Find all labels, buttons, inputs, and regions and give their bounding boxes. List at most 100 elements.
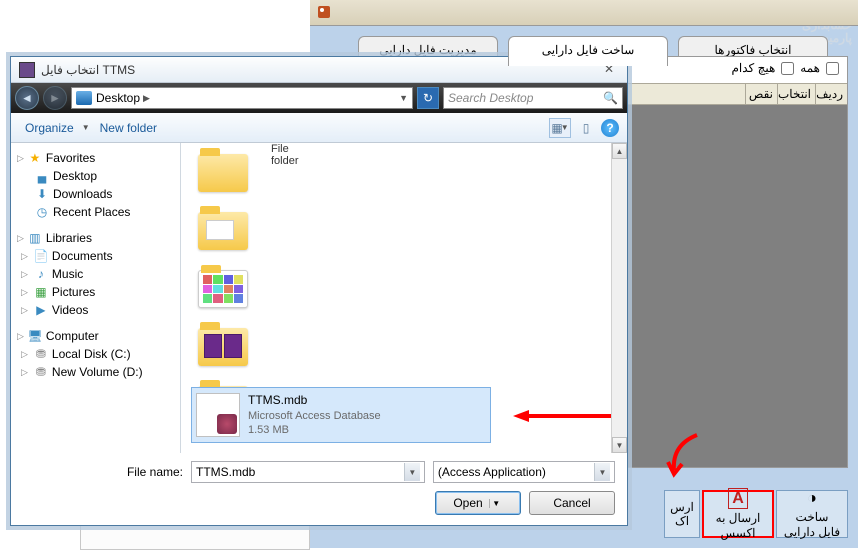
search-input[interactable]: Search Desktop 🔍 bbox=[443, 87, 623, 109]
path-dropdown-icon[interactable]: ▼ bbox=[399, 93, 408, 103]
expand-icon[interactable]: ▷ bbox=[21, 349, 28, 360]
navigation-tree: ▷★Favorites ▄Desktop ⬇Downloads ◷Recent … bbox=[11, 143, 181, 453]
annotation-arrow-horizontal bbox=[511, 409, 621, 423]
recent-icon: ◷ bbox=[35, 205, 49, 219]
tree-documents[interactable]: ▷📄Documents bbox=[15, 247, 176, 265]
search-placeholder: Search Desktop bbox=[448, 91, 533, 105]
help-button[interactable]: ? bbox=[601, 119, 619, 137]
tab-build-asset[interactable]: ساخت فایل دارایی bbox=[508, 36, 668, 66]
dialog-app-icon bbox=[19, 62, 35, 78]
tree-pictures[interactable]: ▷▦Pictures bbox=[15, 283, 176, 301]
cancel-button[interactable]: Cancel bbox=[529, 491, 615, 515]
chevron-down-icon[interactable]: ▼ bbox=[561, 123, 569, 132]
tree-computer[interactable]: ▷🖥Computer bbox=[15, 327, 176, 345]
chevron-right-icon[interactable]: ▶ bbox=[143, 93, 150, 104]
build-icon: ◑ bbox=[807, 489, 817, 508]
action-buttons: ◑ ساخت فایل دارایی A ارسال به اکسس ارس ا… bbox=[664, 490, 848, 538]
expand-icon[interactable]: ▷ bbox=[21, 269, 28, 280]
videos-icon: ▶ bbox=[34, 303, 48, 317]
music-icon: ♪ bbox=[34, 267, 48, 281]
tree-libraries[interactable]: ▷▥Libraries bbox=[15, 229, 176, 247]
dialog-nav-bar: ◄ ► Desktop ▶ ▼ ↻ Search Desktop 🔍 bbox=[11, 83, 627, 113]
search-icon: 🔍 bbox=[603, 91, 618, 105]
file-list: File folder TTMS.mdb Microsoft Access Da… bbox=[181, 143, 627, 453]
downloads-icon: ⬇ bbox=[35, 187, 49, 201]
vertical-scrollbar[interactable]: ▲ ▼ bbox=[611, 143, 627, 453]
refresh-icon: ↻ bbox=[423, 91, 433, 105]
expand-icon[interactable]: ▷ bbox=[21, 287, 28, 298]
tree-desktop[interactable]: ▄Desktop bbox=[15, 167, 176, 185]
file-type-label: File folder bbox=[271, 143, 299, 167]
path-segment[interactable]: Desktop bbox=[96, 91, 140, 105]
tree-cdrive[interactable]: ▷⛃Local Disk (C:) bbox=[15, 345, 176, 363]
filter-none-label: هیچ کدام bbox=[731, 61, 775, 75]
view-mode-button[interactable]: ▦▼ bbox=[549, 118, 571, 138]
chevron-down-icon[interactable]: ▼ bbox=[82, 123, 90, 132]
app-toolbar bbox=[310, 0, 858, 26]
chevron-down-icon[interactable]: ▼ bbox=[404, 463, 420, 481]
tree-music[interactable]: ▷♪Music bbox=[15, 265, 176, 283]
expand-icon[interactable]: ▷ bbox=[17, 153, 24, 164]
dialog-body: ▷★Favorites ▄Desktop ⬇Downloads ◷Recent … bbox=[11, 143, 627, 453]
folder-item[interactable] bbox=[191, 319, 255, 375]
expand-icon[interactable]: ▷ bbox=[21, 305, 28, 316]
send-to-access-button[interactable]: A ارسال به اکسس bbox=[702, 490, 774, 538]
selected-file-size: 1.53 MB bbox=[248, 423, 381, 437]
star-icon: ★ bbox=[28, 151, 42, 165]
refresh-button[interactable]: ↻ bbox=[417, 87, 439, 109]
nav-back-button[interactable]: ◄ bbox=[15, 86, 39, 110]
libraries-icon: ▥ bbox=[28, 231, 42, 245]
grid-header-select[interactable]: انتخاب bbox=[777, 84, 815, 104]
filename-input[interactable]: TTMS.mdb ▼ bbox=[191, 461, 425, 483]
folder-item[interactable] bbox=[191, 261, 255, 317]
arrow-right-icon: ► bbox=[49, 91, 61, 105]
folder-item[interactable] bbox=[191, 145, 255, 201]
app-toolbar-icon bbox=[316, 4, 332, 20]
dialog-footer: File name: TTMS.mdb ▼ (Access Applicatio… bbox=[11, 453, 627, 523]
filter-none-checkbox[interactable] bbox=[781, 62, 794, 75]
tree-downloads[interactable]: ⬇Downloads bbox=[15, 185, 176, 203]
selected-file-name: TTMS.mdb bbox=[248, 393, 381, 409]
nav-forward-button[interactable]: ► bbox=[43, 86, 67, 110]
tree-videos[interactable]: ▷▶Videos bbox=[15, 301, 176, 319]
selected-file-type: Microsoft Access Database bbox=[248, 409, 381, 423]
arrow-left-icon: ◄ bbox=[21, 91, 33, 105]
new-folder-button[interactable]: New folder bbox=[94, 119, 163, 137]
chevron-down-icon[interactable]: ▼ bbox=[594, 463, 610, 481]
desktop-icon bbox=[76, 91, 92, 105]
expand-icon[interactable]: ▷ bbox=[17, 233, 24, 244]
filter-all-checkbox[interactable] bbox=[826, 62, 839, 75]
preview-icon: ▯ bbox=[583, 121, 590, 135]
folder-item[interactable] bbox=[191, 203, 255, 259]
open-button[interactable]: Open ▼ bbox=[435, 491, 521, 515]
drive-icon: ⛃ bbox=[34, 365, 48, 379]
grid-header-defect[interactable]: نقص bbox=[745, 84, 777, 104]
address-bar[interactable]: Desktop ▶ ▼ bbox=[71, 87, 413, 109]
organize-menu[interactable]: Organize bbox=[19, 119, 80, 137]
preview-pane-button[interactable]: ▯ bbox=[575, 118, 597, 138]
scroll-down-button[interactable]: ▼ bbox=[612, 437, 627, 453]
expand-icon[interactable]: ▷ bbox=[21, 367, 28, 378]
help-icon: ? bbox=[606, 121, 613, 135]
tree-recent[interactable]: ◷Recent Places bbox=[15, 203, 176, 221]
expand-icon[interactable]: ▷ bbox=[21, 251, 28, 262]
tree-ddrive[interactable]: ▷⛃New Volume (D:) bbox=[15, 363, 176, 381]
filename-label: File name: bbox=[23, 465, 183, 479]
pictures-icon: ▦ bbox=[34, 285, 48, 299]
computer-icon: 🖥 bbox=[28, 329, 42, 343]
build-asset-file-button[interactable]: ◑ ساخت فایل دارایی bbox=[776, 490, 848, 538]
grid-header-row[interactable]: ردیف bbox=[815, 84, 847, 104]
file-item-selected[interactable]: TTMS.mdb Microsoft Access Database 1.53 … bbox=[191, 387, 491, 443]
drive-icon: ⛃ bbox=[34, 347, 48, 361]
dialog-toolbar: Organize ▼ New folder ▦▼ ▯ ? bbox=[11, 113, 627, 143]
file-type-filter[interactable]: (Access Application) ▼ bbox=[433, 461, 615, 483]
chevron-down-icon[interactable]: ▼ bbox=[489, 499, 503, 508]
scroll-up-button[interactable]: ▲ bbox=[612, 143, 627, 159]
filter-bar: همه هیچ کدام bbox=[731, 61, 839, 75]
send-button-partial[interactable]: ارس اک bbox=[664, 490, 700, 538]
desktop-icon: ▄ bbox=[35, 169, 49, 183]
tree-favorites[interactable]: ▷★Favorites bbox=[15, 149, 176, 167]
expand-icon[interactable]: ▷ bbox=[17, 331, 24, 342]
filter-all-label: همه bbox=[800, 61, 820, 75]
mdb-file-icon bbox=[196, 393, 240, 437]
